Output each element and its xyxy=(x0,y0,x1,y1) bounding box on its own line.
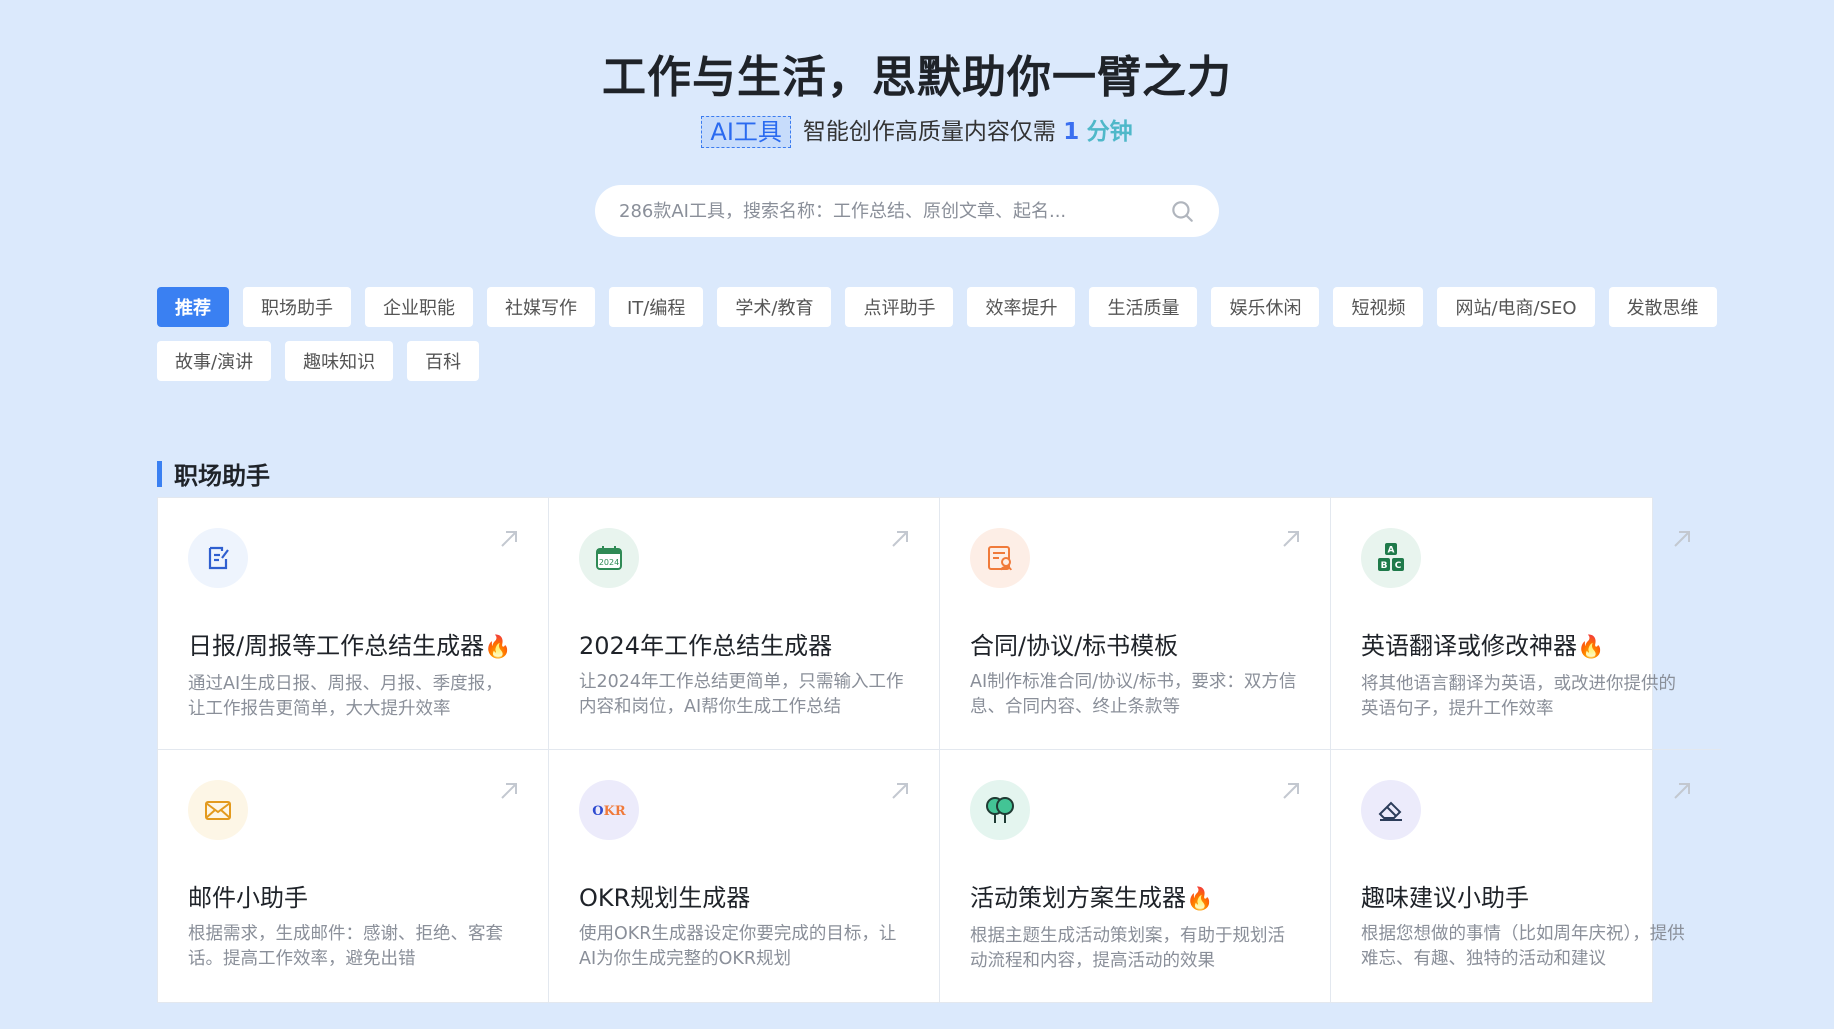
tool-card-title: 日报/周报等工作总结生成器🔥 xyxy=(188,630,518,664)
tag-6[interactable]: 点评助手 xyxy=(845,287,954,327)
tool-card-title-text: 邮件小助手 xyxy=(188,884,308,912)
section-title: 职场助手 xyxy=(174,462,270,490)
tool-card[interactable]: 邮件小助手根据需求，生成邮件：感谢、拒绝、客套话。提高工作效率，避免出错 xyxy=(158,750,549,1002)
svg-text:B: B xyxy=(1381,561,1388,571)
tool-card[interactable]: OKR OKR规划生成器使用OKR生成器设定你要完成的目标，让AI为你生成完整的O… xyxy=(549,750,940,1002)
tool-card[interactable]: 趣味建议小助手根据您想做的事情（比如周年庆祝），提供难忘、有趣、独特的活动和建议 xyxy=(1331,750,1721,1002)
trees-icon xyxy=(970,780,1030,840)
svg-text:OKR: OKR xyxy=(592,804,626,819)
tag-0[interactable]: 推荐 xyxy=(157,287,229,327)
tool-card[interactable]: A B C 英语翻译或修改神器🔥 将其他语言翻译为英语，或改进你提供的英语句子，提升工作… xyxy=(1331,498,1721,750)
search-icon[interactable] xyxy=(1169,198,1195,224)
tool-card-description: 将其他语言翻译为英语，或改进你提供的英语句子，提升工作效率 xyxy=(1361,674,1676,719)
external-link-arrow-icon[interactable] xyxy=(1280,780,1302,802)
tool-card[interactable]: 合同/协议/标书模板 AI制作标准合同/协议/标书，要求：双方信息、合同内容、终止… xyxy=(940,498,1331,750)
mail-icon xyxy=(188,780,248,840)
tag-12[interactable]: 发散思维 xyxy=(1608,287,1717,327)
tool-card-description: 根据您想做的事情（比如周年庆祝），提供难忘、有趣、独特的活动和建议 xyxy=(1361,924,1685,969)
tool-card-title: 趣味建议小助手 xyxy=(1361,882,1691,914)
subtitle: AI工具 智能创作高质量内容仅需 1 分钟 xyxy=(0,114,1834,150)
tool-card-description: 根据主题生成活动策划案，有助于规划活动流程和内容，提高活动的效果 xyxy=(970,926,1285,971)
subtitle-unit: 分钟 xyxy=(1086,119,1133,145)
subtitle-text: 智能创作高质量内容仅需 1 分钟 xyxy=(803,114,1133,150)
external-link-arrow-icon[interactable] xyxy=(498,528,520,550)
tool-card-title: 2024年工作总结生成器 xyxy=(579,630,909,662)
tool-card-description: 让2024年工作总结更简单，只需输入工作内容和岗位，AI帮你生成工作总结 xyxy=(579,672,904,717)
tool-card-description: 根据需求，生成邮件：感谢、拒绝、客套话。提高工作效率，避免出错 xyxy=(188,924,503,969)
svg-text:2024: 2024 xyxy=(599,558,619,567)
tag-13[interactable]: 故事/演讲 xyxy=(157,341,272,381)
section-accent-bar xyxy=(157,460,162,487)
svg-text:C: C xyxy=(1395,561,1402,571)
tool-card-title-text: 英语翻译或修改神器 xyxy=(1361,632,1577,660)
tool-card-title-text: 日报/周报等工作总结生成器 xyxy=(188,632,485,660)
external-link-arrow-icon[interactable] xyxy=(889,780,911,802)
tool-card-title-text: 活动策划方案生成器 xyxy=(970,884,1186,912)
tag-5[interactable]: 学术/教育 xyxy=(717,287,832,327)
hero: 工作与生活，思默助你一臂之力 AI工具 智能创作高质量内容仅需 1 分钟 xyxy=(0,50,1834,150)
tool-card-description: 通过AI生成日报、周报、月报、季度报，让工作报告更简单，大大提升效率 xyxy=(188,674,503,719)
contract-icon xyxy=(970,528,1030,588)
tool-card-description: AI制作标准合同/协议/标书，要求：双方信息、合同内容、终止条款等 xyxy=(970,672,1297,717)
okr-icon: OKR xyxy=(579,780,639,840)
tool-card-title: 活动策划方案生成器🔥 xyxy=(970,882,1300,916)
tool-card[interactable]: 活动策划方案生成器🔥 根据主题生成活动策划案，有助于规划活动流程和内容，提高活动的… xyxy=(940,750,1331,1002)
document-edit-icon xyxy=(188,528,248,588)
tool-card-grid: 日报/周报等工作总结生成器🔥 通过AI生成日报、周报、月报、季度报，让工作报告更简… xyxy=(157,497,1721,1003)
tag-9[interactable]: 娱乐休闲 xyxy=(1211,287,1320,327)
tool-card-title-text: 趣味建议小助手 xyxy=(1361,884,1529,912)
fire-icon: 🔥 xyxy=(1577,635,1605,660)
tool-card-title-text: 合同/协议/标书模板 xyxy=(970,632,1179,660)
external-link-arrow-icon[interactable] xyxy=(498,780,520,802)
tool-card-title-text: 2024年工作总结生成器 xyxy=(579,632,833,660)
tool-card[interactable]: 日报/周报等工作总结生成器🔥 通过AI生成日报、周报、月报、季度报，让工作报告更简… xyxy=(158,498,549,750)
tag-4[interactable]: IT/编程 xyxy=(609,287,704,327)
search-bar xyxy=(595,185,1219,237)
section-heading: 职场助手 xyxy=(157,456,270,491)
tag-14[interactable]: 趣味知识 xyxy=(285,341,394,381)
eraser-icon xyxy=(1361,780,1421,840)
tag-15[interactable]: 百科 xyxy=(407,341,480,381)
tag-10[interactable]: 短视频 xyxy=(1333,287,1424,327)
subtitle-main-text: 智能创作高质量内容仅需 xyxy=(802,119,1056,145)
abc-blocks-icon: ABC xyxy=(1361,528,1421,588)
tag-2[interactable]: 企业职能 xyxy=(365,287,473,327)
tag-11[interactable]: 网站/电商/SEO xyxy=(1437,287,1595,327)
fire-icon: 🔥 xyxy=(1186,887,1214,912)
tag-8[interactable]: 生活质量 xyxy=(1089,287,1198,327)
tag-3[interactable]: 社媒写作 xyxy=(487,287,595,327)
tag-7[interactable]: 效率提升 xyxy=(967,287,1076,327)
tool-card-description: 使用OKR生成器设定你要完成的目标，让AI为你生成完整的OKR规划 xyxy=(579,924,897,969)
external-link-arrow-icon[interactable] xyxy=(1671,528,1693,550)
external-link-arrow-icon[interactable] xyxy=(889,528,911,550)
page-title: 工作与生活，思默助你一臂之力 xyxy=(602,52,1232,103)
tag-1[interactable]: 职场助手 xyxy=(243,287,351,327)
tool-card-title: 合同/协议/标书模板 xyxy=(970,630,1300,662)
search-input[interactable] xyxy=(619,200,1169,222)
tool-card[interactable]: 2024 2024年工作总结生成器让2024年工作总结更简单，只需输入工作内容和岗… xyxy=(549,498,940,750)
tool-card-title-text: OKR规划生成器 xyxy=(579,884,751,912)
subtitle-number: 1 xyxy=(1063,119,1080,145)
svg-text:A: A xyxy=(1388,546,1395,556)
external-link-arrow-icon[interactable] xyxy=(1671,780,1693,802)
ai-tools-badge: AI工具 xyxy=(701,116,791,148)
category-tags: 推荐 职场助手 企业职能 社媒写作 IT/编程 学术/教育 点评助手 效率提升 生活质量 娱乐休闲… xyxy=(157,287,1717,381)
tool-card-title: 邮件小助手 xyxy=(188,882,518,914)
external-link-arrow-icon[interactable] xyxy=(1280,528,1302,550)
calendar-2024-icon: 2024 xyxy=(579,528,639,588)
tool-card-title: OKR规划生成器 xyxy=(579,882,909,914)
fire-icon: 🔥 xyxy=(484,635,512,660)
tool-card-title: 英语翻译或修改神器🔥 xyxy=(1361,630,1691,664)
